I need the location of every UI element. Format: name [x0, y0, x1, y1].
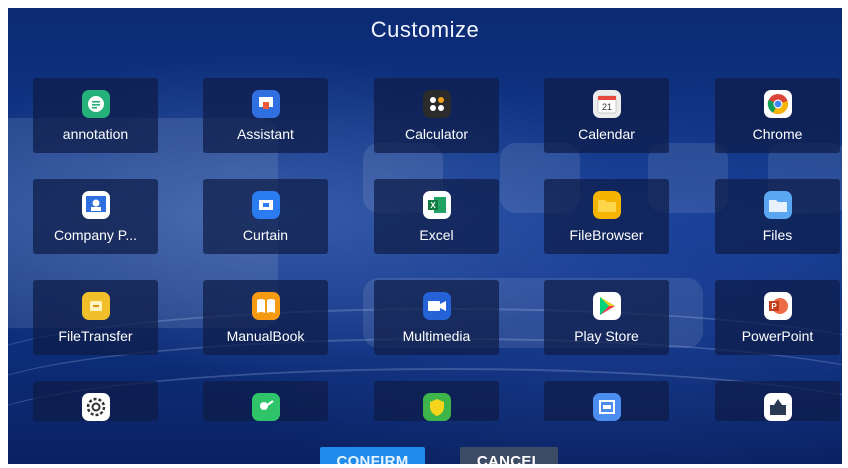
app-tile[interactable]: FileBrowser [544, 179, 669, 254]
app-tile[interactable]: Assistant [203, 78, 328, 153]
app-tile[interactable] [374, 381, 499, 421]
app-tile[interactable]: 21 Calendar [544, 78, 669, 153]
app-tile[interactable]: Play Store [544, 280, 669, 355]
app-label: Excel [419, 227, 454, 243]
svg-text:21: 21 [601, 102, 611, 112]
play-store-icon [592, 292, 621, 320]
powerpoint-icon: P [763, 292, 792, 320]
app-tile[interactable] [203, 381, 328, 421]
curtain-icon [251, 191, 280, 219]
app-tile[interactable]: ManualBook [203, 280, 328, 355]
app-label: Calculator [404, 126, 469, 142]
presentation-icon [251, 393, 280, 421]
app-label: Chrome [752, 126, 803, 142]
app-label: Play Store [574, 328, 639, 344]
app-label: PowerPoint [741, 328, 814, 344]
app-tile[interactable]: Files [715, 179, 840, 254]
customize-dialog: Customize annotation Assistant Calculator 2… [8, 8, 842, 464]
app-label: Calendar [578, 126, 635, 142]
app-tile[interactable]: annotation [33, 78, 158, 153]
shield-icon [422, 393, 451, 421]
app-tile[interactable] [33, 381, 158, 421]
confirm-button[interactable]: CONFIRM [320, 447, 425, 464]
svg-text:P: P [771, 302, 777, 311]
app-tile[interactable] [544, 381, 669, 421]
multimedia-icon [422, 292, 451, 320]
app-tile[interactable]: Calculator [374, 78, 499, 153]
app-tile[interactable]: Multimedia [374, 280, 499, 355]
toolbox-icon [763, 393, 792, 421]
assistant-icon [251, 90, 280, 118]
cancel-button[interactable]: CANCEL [460, 447, 558, 464]
file-transfer-icon [81, 292, 110, 320]
calculator-icon [422, 90, 451, 118]
dialog-title: Customize [370, 17, 480, 42]
app-label: FileTransfer [58, 328, 133, 344]
folder-icon [592, 191, 621, 219]
files-icon [763, 191, 792, 219]
calendar-icon: 21 [592, 90, 621, 118]
app-label: annotation [62, 126, 129, 142]
settings-icon [81, 393, 110, 421]
app-label: Assistant [237, 126, 294, 142]
app-tile[interactable]: P PowerPoint [715, 280, 840, 355]
svg-text:X: X [430, 201, 436, 210]
app-label: Files [762, 227, 793, 243]
app-tile[interactable] [715, 381, 840, 421]
app-label: Company P... [53, 227, 137, 243]
screen-capture-icon [592, 393, 621, 421]
chrome-icon [763, 90, 792, 118]
app-label: ManualBook [226, 328, 305, 344]
app-tile[interactable]: FileTransfer [33, 280, 158, 355]
company-profile-icon [81, 191, 110, 219]
app-tile[interactable]: Company P... [33, 179, 158, 254]
app-tile[interactable]: Curtain [203, 179, 328, 254]
app-label: FileBrowser [569, 227, 644, 243]
excel-icon: X [422, 191, 451, 219]
app-tile[interactable]: X Excel [374, 179, 499, 254]
app-label: Multimedia [402, 328, 471, 344]
app-tile[interactable]: Chrome [715, 78, 840, 153]
annotation-icon [81, 90, 110, 118]
app-label: Curtain [242, 227, 289, 243]
manual-book-icon [251, 292, 280, 320]
